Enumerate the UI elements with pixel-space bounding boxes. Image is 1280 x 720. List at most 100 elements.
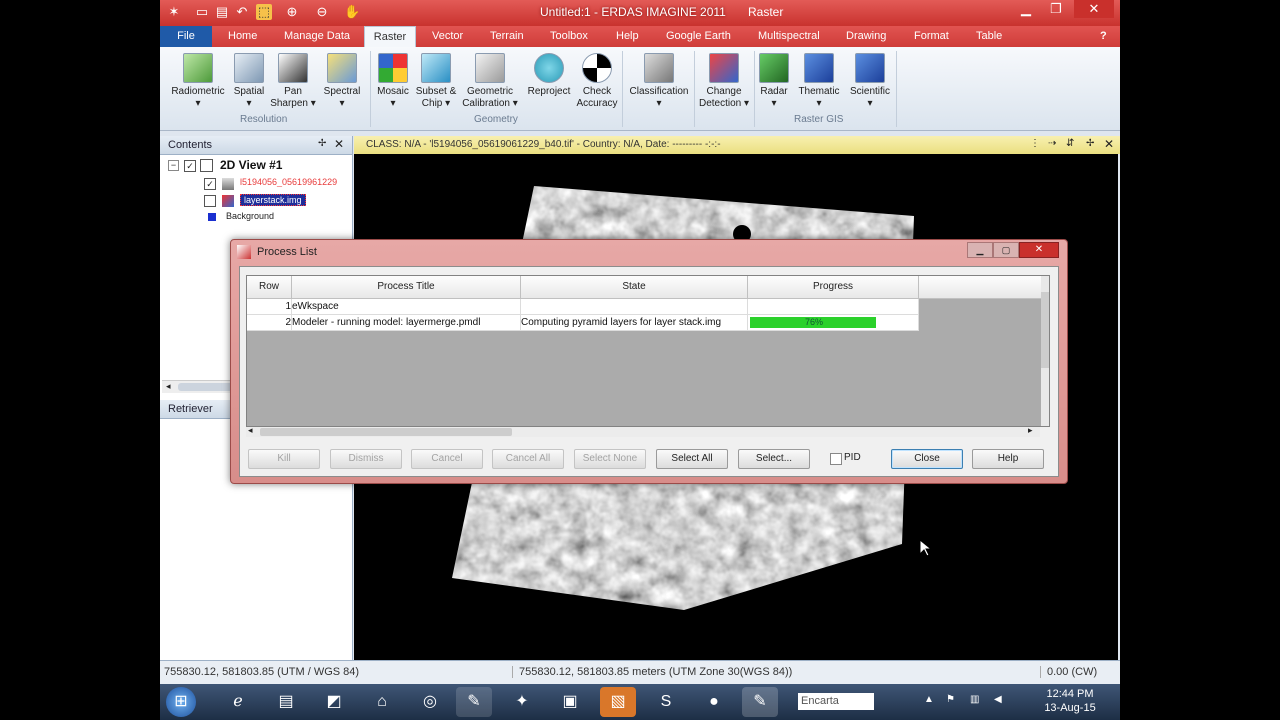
select-none-button[interactable]: Select None xyxy=(574,449,646,469)
dialog-maximize-button[interactable]: ▢ xyxy=(993,242,1019,258)
pid-checkbox[interactable] xyxy=(830,453,842,465)
dialog-close-x-button[interactable]: ✕ xyxy=(1019,242,1059,258)
tab-table[interactable]: Table xyxy=(976,30,1002,42)
table-row-number[interactable]: 2 xyxy=(247,315,292,331)
tab-terrain[interactable]: Terrain xyxy=(490,30,524,42)
table-row-title[interactable]: Modeler - running model: layermerge.pmdl xyxy=(292,315,521,331)
pin-icon[interactable]: ✢ xyxy=(1086,138,1094,149)
table-row-number[interactable]: 1 xyxy=(247,299,292,315)
layer1-checkbox[interactable]: ✓ xyxy=(204,178,216,190)
scroll-left-icon[interactable]: ◂ xyxy=(166,381,171,392)
view-label[interactable]: 2D View #1 xyxy=(220,158,282,172)
tab-drawing[interactable]: Drawing xyxy=(846,30,886,42)
col-header-state[interactable]: State xyxy=(521,276,748,299)
skype-icon[interactable]: S xyxy=(648,687,684,717)
internet-explorer-icon[interactable]: ℯ xyxy=(220,687,256,717)
pan-icon[interactable]: ✋ xyxy=(344,4,360,20)
close-button[interactable]: Close xyxy=(891,449,963,469)
dialog-minimize-button[interactable]: ▁ xyxy=(967,242,993,258)
tray-arrow-icon[interactable]: ▲ xyxy=(924,694,934,705)
tab-raster[interactable]: Raster xyxy=(364,26,416,48)
scroll-thumb[interactable] xyxy=(178,383,238,391)
table-row-state[interactable] xyxy=(521,299,748,315)
app-icon[interactable]: ◩ xyxy=(316,687,352,717)
table-row-progress[interactable] xyxy=(748,299,919,315)
col-header-row[interactable]: Row xyxy=(247,276,292,299)
background-label[interactable]: Background xyxy=(226,211,274,221)
select-tool-icon[interactable]: ⬚ xyxy=(256,4,272,20)
table-row-state[interactable]: Computing pyramid layers for layer stack… xyxy=(521,315,748,331)
view-tool-icon[interactable]: ⋮ xyxy=(1030,138,1040,149)
tray-icon[interactable]: ▥ xyxy=(970,694,979,705)
app-icon[interactable]: ▣ xyxy=(552,687,588,717)
undo-icon[interactable]: ↶ xyxy=(234,4,250,20)
mosaic-button[interactable]: Mosaic ▾ xyxy=(374,53,412,110)
close-pane-icon[interactable]: ✕ xyxy=(334,137,344,151)
geometric-calibration-button[interactable]: Geometric Calibration ▾ xyxy=(458,53,522,110)
tab-toolbox[interactable]: Toolbox xyxy=(550,30,588,42)
pan-sharpen-button[interactable]: Pan Sharpen ▾ xyxy=(270,53,316,110)
horizontal-scroll-thumb[interactable] xyxy=(260,428,512,436)
help-button[interactable]: Help xyxy=(972,449,1044,469)
taskbar-search-input[interactable]: Encarta xyxy=(798,693,874,710)
app-icon[interactable]: ● xyxy=(696,687,732,717)
dismiss-button[interactable]: Dismiss xyxy=(330,449,402,469)
table-row-title[interactable]: eWkspace xyxy=(292,299,521,315)
file-explorer-icon[interactable]: ▤ xyxy=(268,687,304,717)
tab-help[interactable]: Help xyxy=(616,30,639,42)
check-accuracy-button[interactable]: Check Accuracy xyxy=(574,53,620,110)
table-horizontal-scrollbar[interactable]: ◂ ▸ xyxy=(246,425,1040,437)
cancel-button[interactable]: Cancel xyxy=(411,449,483,469)
scroll-right-icon[interactable]: ▸ xyxy=(1028,425,1033,436)
view-tool-icon[interactable]: ⇢ xyxy=(1048,138,1056,149)
col-header-process-title[interactable]: Process Title xyxy=(292,276,521,299)
tab-vector[interactable]: Vector xyxy=(432,30,463,42)
view-tool-icon[interactable]: ⇵ xyxy=(1066,138,1074,149)
tab-format[interactable]: Format xyxy=(914,30,949,42)
kill-button[interactable]: Kill xyxy=(248,449,320,469)
select-all-button[interactable]: Select All xyxy=(656,449,728,469)
layer2-checkbox[interactable] xyxy=(204,195,216,207)
scroll-left-icon[interactable]: ◂ xyxy=(248,425,253,436)
pin-icon[interactable]: ✢ xyxy=(318,138,326,149)
reproject-button[interactable]: Reproject xyxy=(524,53,574,98)
cancel-all-button[interactable]: Cancel All xyxy=(492,449,564,469)
table-row-progress-cell[interactable]: 76% xyxy=(748,315,919,331)
minimize-button[interactable]: ▁ xyxy=(1012,0,1040,18)
close-window-button[interactable]: ✕ xyxy=(1074,0,1114,18)
layer1-label[interactable]: l5194056_05619961229 xyxy=(240,177,348,187)
erdas-taskbar-icon[interactable]: ✎ xyxy=(742,687,778,717)
tray-icon[interactable]: ⚑ xyxy=(946,694,955,705)
thematic-button[interactable]: Thematic ▾ xyxy=(794,53,844,110)
table-vertical-scrollbar[interactable] xyxy=(1041,276,1049,426)
col-header-progress[interactable]: Progress xyxy=(748,276,919,299)
browser-icon[interactable]: ◎ xyxy=(412,687,448,717)
start-button-icon[interactable]: ⊞ xyxy=(166,687,196,717)
radiometric-button[interactable]: Radiometric ▾ xyxy=(168,53,228,110)
spatial-button[interactable]: Spatial ▾ xyxy=(230,53,268,110)
print-icon[interactable]: ▤ xyxy=(214,4,230,20)
app-icon[interactable]: ✦ xyxy=(504,687,540,717)
select-button[interactable]: Select... xyxy=(738,449,810,469)
app-logo-icon[interactable]: ✶ xyxy=(166,4,182,20)
collapse-icon[interactable]: − xyxy=(168,160,179,171)
layer2-label[interactable]: layerstack.img xyxy=(240,194,306,206)
view-checkbox[interactable]: ✓ xyxy=(184,160,196,172)
open-folder-icon[interactable]: ▭ xyxy=(194,4,210,20)
close-view-icon[interactable]: ✕ xyxy=(1104,137,1114,151)
tab-google-earth[interactable]: Google Earth xyxy=(666,30,731,42)
radar-button[interactable]: Radar ▾ xyxy=(756,53,792,110)
subset-chip-button[interactable]: Subset & Chip ▾ xyxy=(414,53,458,110)
volume-icon[interactable]: ◀ xyxy=(994,694,1002,705)
erdas-taskbar-icon[interactable]: ✎ xyxy=(456,687,492,717)
spectral-button[interactable]: Spectral ▾ xyxy=(320,53,364,110)
tab-manage-data[interactable]: Manage Data xyxy=(284,30,350,42)
scientific-button[interactable]: Scientific ▾ xyxy=(846,53,894,110)
help-icon[interactable]: ? xyxy=(1100,30,1107,42)
tab-multispectral[interactable]: Multispectral xyxy=(758,30,820,42)
zoom-in-icon[interactable]: ⊕ xyxy=(284,4,300,20)
restore-button[interactable]: ❐ xyxy=(1042,0,1070,18)
change-detection-button[interactable]: Change Detection ▾ xyxy=(696,53,752,110)
classification-button[interactable]: Classification ▾ xyxy=(626,53,692,110)
pdf-icon[interactable]: ▧ xyxy=(600,687,636,717)
